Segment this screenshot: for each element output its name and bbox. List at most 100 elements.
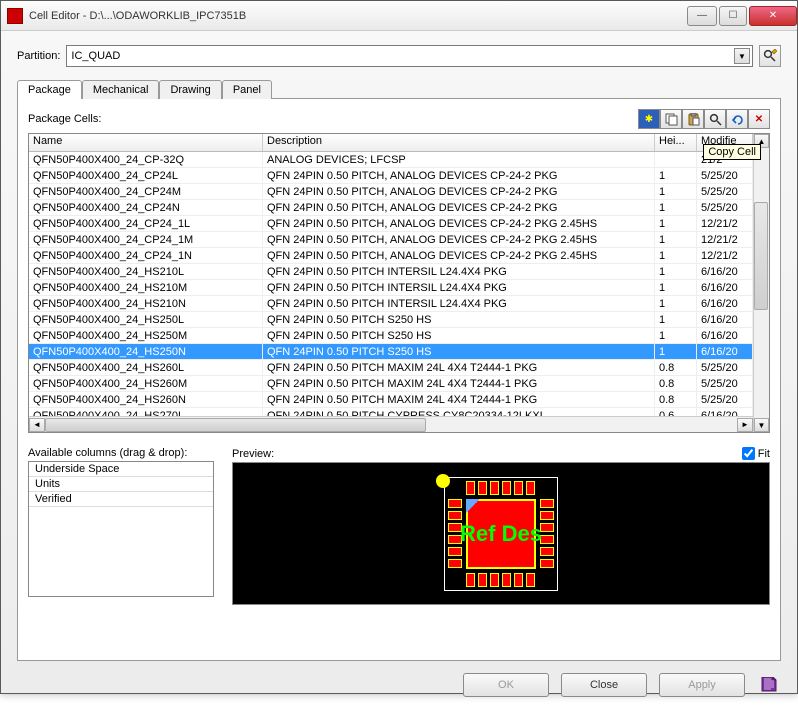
table-row[interactable]: QFN50P400X400_24_CP24MQFN 24PIN 0.50 PIT… bbox=[29, 184, 753, 200]
table-row[interactable]: QFN50P400X400_24_HS260LQFN 24PIN 0.50 PI… bbox=[29, 360, 753, 376]
tab-body: Package Cells: ✱ ✕ bbox=[17, 99, 781, 661]
table-row[interactable]: QFN50P400X400_24_CP24_1MQFN 24PIN 0.50 P… bbox=[29, 232, 753, 248]
help-icon[interactable] bbox=[757, 674, 781, 696]
search-cell-icon[interactable] bbox=[704, 109, 726, 129]
cell-name: QFN50P400X400_24_CP24N bbox=[29, 200, 263, 215]
pad bbox=[448, 559, 462, 568]
table-row[interactable]: QFN50P400X400_24_HS210NQFN 24PIN 0.50 PI… bbox=[29, 296, 753, 312]
table-row[interactable]: QFN50P400X400_24_HS250LQFN 24PIN 0.50 PI… bbox=[29, 312, 753, 328]
pad bbox=[466, 573, 475, 587]
preview-label: Preview: bbox=[232, 448, 742, 460]
table-row[interactable]: QFN50P400X400_24_HS260MQFN 24PIN 0.50 PI… bbox=[29, 376, 753, 392]
fit-checkbox[interactable] bbox=[742, 447, 755, 460]
scroll-v-thumb[interactable] bbox=[754, 202, 768, 310]
table-row[interactable]: QFN50P400X400_24_HS250MQFN 24PIN 0.50 PI… bbox=[29, 328, 753, 344]
cell-name: QFN50P400X400_24_CP24M bbox=[29, 184, 263, 199]
scroll-left-icon[interactable]: ◄ bbox=[29, 418, 45, 432]
cell-desc: QFN 24PIN 0.50 PITCH, ANALOG DEVICES CP-… bbox=[263, 248, 655, 263]
pad bbox=[502, 573, 511, 587]
paste-cell-icon[interactable] bbox=[682, 109, 704, 129]
undo-icon[interactable] bbox=[726, 109, 748, 129]
cell-name: QFN50P400X400_24_CP24_1N bbox=[29, 248, 263, 263]
available-columns-list[interactable]: Underside SpaceUnitsVerified bbox=[28, 461, 214, 597]
cell-desc: QFN 24PIN 0.50 PITCH, ANALOG DEVICES CP-… bbox=[263, 168, 655, 183]
scroll-h-thumb[interactable] bbox=[45, 418, 426, 432]
pad bbox=[540, 547, 554, 556]
list-item[interactable]: Verified bbox=[29, 492, 213, 507]
delete-icon[interactable]: ✕ bbox=[748, 109, 770, 129]
table-row[interactable]: QFN50P400X400_24_CP24_1LQFN 24PIN 0.50 P… bbox=[29, 216, 753, 232]
cell-desc: QFN 24PIN 0.50 PITCH MAXIM 24L 4X4 T2444… bbox=[263, 392, 655, 407]
app-icon bbox=[7, 8, 23, 24]
tooltip-copy-cell: Copy Cell bbox=[703, 144, 761, 160]
edit-partition-icon[interactable] bbox=[759, 45, 781, 67]
cell-editor-window: Cell Editor - D:\...\ODAWORKLIB_IPC7351B… bbox=[0, 0, 798, 694]
ok-button[interactable]: OK bbox=[463, 673, 549, 697]
table-row[interactable]: QFN50P400X400_24_CP-32QANALOG DEVICES; L… bbox=[29, 152, 753, 168]
pad bbox=[514, 573, 523, 587]
pad bbox=[490, 481, 499, 495]
pad bbox=[540, 511, 554, 520]
maximize-button[interactable]: ☐ bbox=[719, 6, 747, 26]
tab-drawing[interactable]: Drawing bbox=[159, 80, 221, 99]
cell-desc: QFN 24PIN 0.50 PITCH INTERSIL L24.4X4 PK… bbox=[263, 280, 655, 295]
partition-value: IC_QUAD bbox=[71, 50, 120, 62]
pad bbox=[540, 559, 554, 568]
scroll-right-icon[interactable]: ► bbox=[737, 418, 753, 432]
table-row[interactable]: QFN50P400X400_24_HS210LQFN 24PIN 0.50 PI… bbox=[29, 264, 753, 280]
cell-height: 1 bbox=[655, 168, 697, 183]
minimize-button[interactable]: — bbox=[687, 6, 717, 26]
partition-select[interactable]: IC_QUAD ▼ bbox=[66, 45, 753, 67]
table-row[interactable]: QFN50P400X400_24_HS270LQFN 24PIN 0.50 PI… bbox=[29, 408, 753, 416]
tab-panel[interactable]: Panel bbox=[222, 80, 272, 99]
horizontal-scrollbar[interactable]: ◄ ► bbox=[29, 416, 753, 432]
apply-button[interactable]: Apply bbox=[659, 673, 745, 697]
list-item[interactable]: Underside Space bbox=[29, 462, 213, 477]
cell-desc: QFN 24PIN 0.50 PITCH MAXIM 24L 4X4 T2444… bbox=[263, 360, 655, 375]
pad bbox=[540, 535, 554, 544]
titlebar[interactable]: Cell Editor - D:\...\ODAWORKLIB_IPC7351B… bbox=[1, 1, 797, 31]
chevron-down-icon[interactable]: ▼ bbox=[734, 48, 750, 64]
table-row[interactable]: QFN50P400X400_24_CP24_1NQFN 24PIN 0.50 P… bbox=[29, 248, 753, 264]
pad bbox=[526, 573, 535, 587]
tab-strip: Package Mechanical Drawing Panel bbox=[17, 79, 781, 99]
table-row[interactable]: QFN50P400X400_24_HS260NQFN 24PIN 0.50 PI… bbox=[29, 392, 753, 408]
cell-desc: QFN 24PIN 0.50 PITCH S250 HS bbox=[263, 328, 655, 343]
cell-name: QFN50P400X400_24_HS260N bbox=[29, 392, 263, 407]
cell-modified: 6/16/20 bbox=[697, 280, 753, 295]
cell-modified: 12/21/2 bbox=[697, 248, 753, 263]
close-button[interactable]: Close bbox=[561, 673, 647, 697]
list-item[interactable]: Units bbox=[29, 477, 213, 492]
table-row[interactable]: QFN50P400X400_24_CP24NQFN 24PIN 0.50 PIT… bbox=[29, 200, 753, 216]
table-row[interactable]: QFN50P400X400_24_HS250NQFN 24PIN 0.50 PI… bbox=[29, 344, 753, 360]
preview-canvas[interactable]: Ref Des bbox=[232, 462, 770, 605]
cell-modified: 6/16/20 bbox=[697, 408, 753, 416]
pad bbox=[448, 547, 462, 556]
cell-name: QFN50P400X400_24_HS260L bbox=[29, 360, 263, 375]
grid-body[interactable]: QFN50P400X400_24_CP-32QANALOG DEVICES; L… bbox=[29, 152, 753, 416]
table-row[interactable]: QFN50P400X400_24_CP24LQFN 24PIN 0.50 PIT… bbox=[29, 168, 753, 184]
cell-height: 1 bbox=[655, 184, 697, 199]
col-height[interactable]: Hei... bbox=[655, 134, 697, 151]
cell-modified: 5/25/20 bbox=[697, 168, 753, 183]
table-row[interactable]: QFN50P400X400_24_HS210MQFN 24PIN 0.50 PI… bbox=[29, 280, 753, 296]
pad bbox=[466, 481, 475, 495]
col-name[interactable]: Name bbox=[29, 134, 263, 151]
cell-height: 1 bbox=[655, 328, 697, 343]
tab-mechanical[interactable]: Mechanical bbox=[82, 80, 160, 99]
close-window-button[interactable]: ✕ bbox=[749, 6, 797, 26]
col-description[interactable]: Description bbox=[263, 134, 655, 151]
fit-checkbox-label[interactable]: Fit bbox=[742, 447, 770, 460]
cell-height: 1 bbox=[655, 248, 697, 263]
cell-height: 1 bbox=[655, 264, 697, 279]
tab-package[interactable]: Package bbox=[17, 80, 82, 99]
copy-cell-icon[interactable] bbox=[660, 109, 682, 129]
new-cell-icon[interactable]: ✱ bbox=[638, 109, 660, 129]
preview-panel: Preview: Fit Ref De bbox=[232, 447, 770, 605]
cell-name: QFN50P400X400_24_HS250L bbox=[29, 312, 263, 327]
cell-height: 1 bbox=[655, 280, 697, 295]
cell-desc: QFN 24PIN 0.50 PITCH MAXIM 24L 4X4 T2444… bbox=[263, 376, 655, 391]
scroll-down-icon[interactable]: ▼ bbox=[754, 418, 769, 432]
vertical-scrollbar[interactable]: ▲ ▼ bbox=[753, 134, 769, 432]
partition-label: Partition: bbox=[17, 50, 60, 62]
